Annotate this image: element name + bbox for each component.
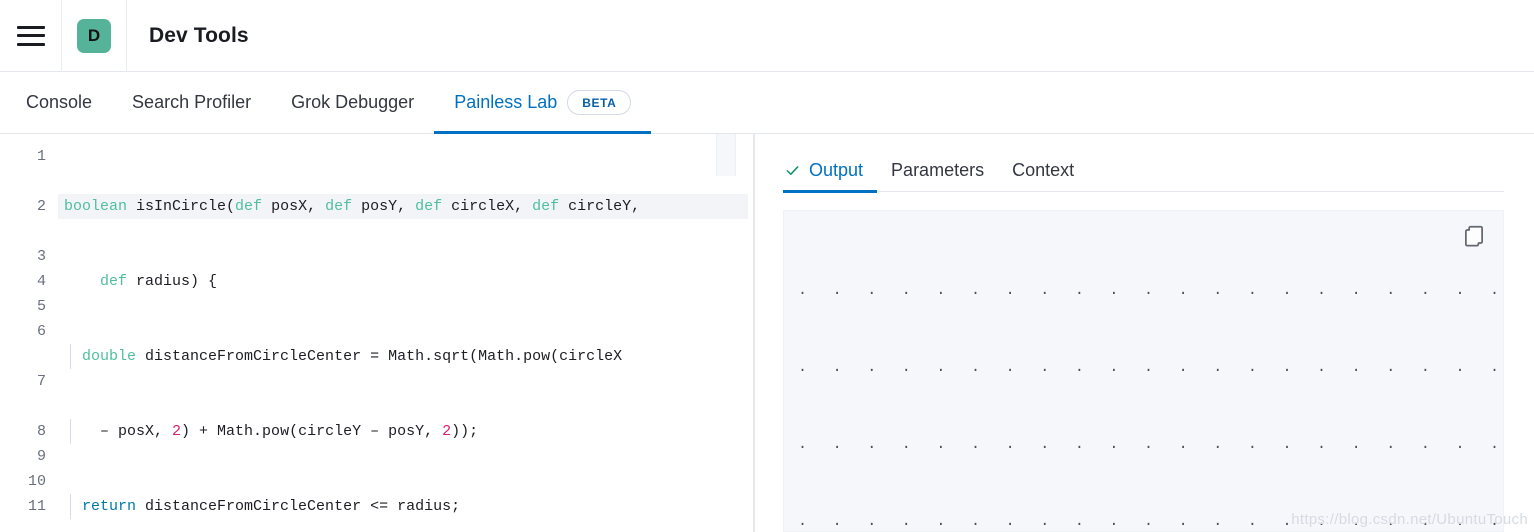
pane-divider (753, 134, 754, 532)
ascii-row: . . . . . . . . . . . . . . . . . . . . … (798, 358, 1499, 376)
check-icon (785, 163, 800, 178)
line-number: 2 (36, 198, 46, 215)
line-number: 4 (36, 273, 46, 290)
tab-context[interactable]: Context (998, 160, 1088, 193)
output-tab-label: Context (1012, 160, 1075, 180)
line-number: 1 (36, 148, 46, 165)
page-title: Dev Tools (149, 23, 249, 47)
output-tab-bar: Output Parameters Context (783, 146, 1504, 193)
menu-button[interactable] (0, 0, 62, 72)
copy-icon[interactable] (1461, 223, 1487, 249)
tab-label: Painless Lab (454, 91, 558, 112)
output-tab-label: Parameters (891, 160, 985, 180)
tab-grok-debugger[interactable]: Grok Debugger (271, 73, 434, 134)
tab-label: Grok Debugger (291, 91, 415, 112)
tab-parameters[interactable]: Parameters (877, 160, 998, 193)
code-editor-pane[interactable]: 1 2 3 4 5 6 7 8 9 10 11 boolean isInCirc… (0, 134, 755, 532)
hamburger-menu-icon[interactable] (16, 25, 45, 46)
tab-label: Console (26, 91, 93, 112)
app-header: D Dev Tools (0, 0, 1534, 72)
line-number: 5 (36, 298, 46, 315)
tab-output[interactable]: Output (783, 160, 878, 193)
tab-label: Search Profiler (132, 91, 252, 112)
ascii-row: . . . . . . . . . . . . . . . . . . . . … (798, 435, 1499, 453)
tab-console[interactable]: Console (18, 73, 112, 134)
editor-line-numbers: 1 2 3 4 5 6 7 8 9 10 11 (0, 134, 58, 532)
code-line: boolean isInCircle(def posX, def posY, d… (58, 194, 748, 219)
ascii-row: . . . . . . . . . . . . . . . . . . . . … (798, 512, 1499, 530)
editor-code-area[interactable]: boolean isInCircle(def posX, def posY, d… (58, 134, 754, 532)
ascii-row: . . . . . . . . . . . . . . . . . . . . … (798, 282, 1499, 300)
code-line: def radius) { (100, 273, 218, 290)
editor-scrollbar[interactable] (716, 134, 736, 176)
line-number: 9 (36, 448, 46, 465)
beta-badge: BETA (567, 89, 632, 115)
dev-tools-app: D Dev Tools Console Search Profiler Grok… (0, 0, 1534, 532)
line-number: 8 (36, 423, 46, 440)
ascii-art-output: . . . . . . . . . . . . . . . . . . . . … (784, 211, 1503, 531)
main-tab-bar: Console Search Profiler Grok Debugger Pa… (0, 72, 1534, 134)
code-line: – posX, 2) + Math.pow(circleY – posY, 2)… (58, 419, 748, 444)
code-line: double distanceFromCircleCenter = Math.s… (58, 344, 748, 369)
logo-badge: D (77, 18, 111, 53)
tab-painless-lab[interactable]: Painless Lab BETA (434, 73, 652, 134)
line-number: 6 (36, 323, 46, 340)
output-pane: Output Parameters Context . . . . . . . … (755, 134, 1534, 532)
app-logo[interactable]: D (62, 0, 127, 72)
line-number: 10 (27, 473, 46, 490)
line-number: 7 (36, 373, 46, 390)
tab-search-profiler[interactable]: Search Profiler (112, 73, 271, 134)
code-line: return distanceFromCircleCenter <= radiu… (58, 494, 748, 519)
line-number: 3 (36, 248, 46, 265)
line-number: 11 (27, 498, 46, 515)
main-body: 1 2 3 4 5 6 7 8 9 10 11 boolean isInCirc… (0, 134, 1534, 532)
output-tab-label: Output (809, 160, 864, 180)
output-result-box: . . . . . . . . . . . . . . . . . . . . … (783, 210, 1504, 532)
